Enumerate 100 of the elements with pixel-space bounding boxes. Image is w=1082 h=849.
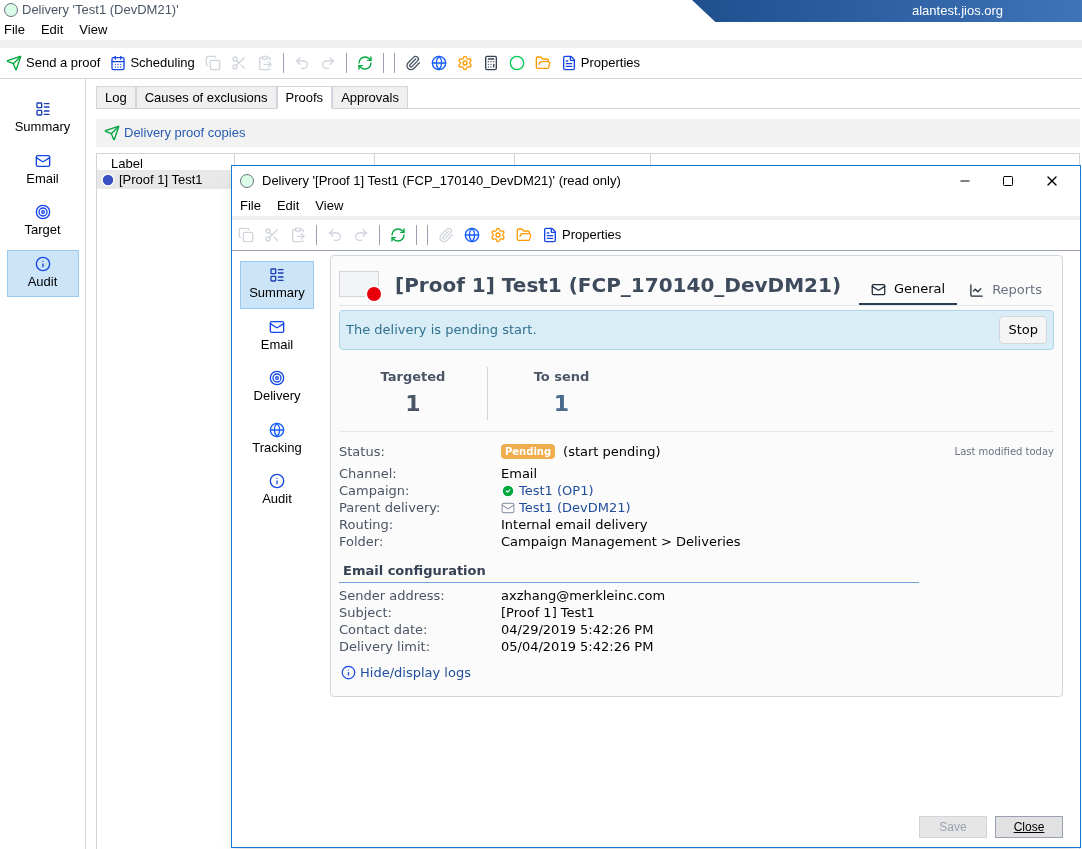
field-label: Subject: — [339, 603, 393, 622]
field-value: Email — [501, 465, 538, 484]
paste-icon — [256, 55, 273, 71]
calculator-icon — [482, 55, 499, 71]
section-link[interactable]: Delivery proof copies — [124, 123, 246, 143]
globe-icon — [269, 421, 285, 438]
field-value: (start pending) — [563, 443, 661, 461]
sidebar-item[interactable]: Target — [6, 198, 79, 246]
gear-icon — [490, 227, 506, 243]
calendar-icon — [110, 55, 127, 71]
stat-value: 1 — [553, 389, 570, 418]
field-label: Folder: — [339, 533, 385, 552]
cut-icon — [264, 227, 280, 243]
field-label: Routing: — [339, 516, 395, 535]
info-icon — [269, 473, 285, 489]
stat-label: To send — [533, 368, 590, 387]
folder-icon — [534, 55, 551, 71]
field-value: [Proof 1] Test1 — [501, 603, 595, 622]
app-logo-icon — [240, 174, 254, 188]
envelope-icon — [34, 152, 51, 169]
view-tab[interactable]: General — [858, 275, 958, 305]
field-label: Contact date: — [339, 620, 429, 639]
refresh-icon — [390, 227, 406, 243]
document-icon — [560, 55, 577, 71]
view-tab[interactable]: Reports — [957, 275, 1054, 305]
envelope-icon — [870, 281, 886, 297]
copy-icon — [238, 227, 254, 243]
field-label: Sender address: — [339, 586, 446, 605]
list-icon — [34, 101, 51, 117]
redo-icon — [353, 227, 369, 243]
toolbar-button[interactable]: Scheduling — [108, 53, 197, 73]
server-banner: alantest.jios.org — [692, 0, 1082, 22]
field-value: 05/04/2019 5:42:26 PM — [501, 637, 654, 656]
line-chart-icon — [969, 282, 985, 298]
toolbar-button[interactable]: Properties — [558, 53, 643, 73]
dialog-button[interactable]: Close — [995, 816, 1063, 838]
sidebar-item[interactable]: Tracking — [240, 415, 314, 463]
undo-icon — [293, 55, 310, 71]
toolbar-button[interactable]: Properties — [540, 225, 624, 245]
sidebar-item[interactable]: Delivery — [240, 364, 314, 412]
info-icon — [341, 665, 356, 681]
logs-link[interactable]: Hide/display logs — [360, 663, 471, 683]
circle-icon — [508, 55, 525, 71]
tab[interactable]: Causes of exclusions — [135, 86, 277, 109]
sidebar-item[interactable]: Summary — [6, 95, 79, 143]
sidebar-item[interactable]: Audit — [240, 467, 314, 515]
folder-icon — [516, 227, 532, 243]
paste-icon — [290, 227, 306, 243]
globe-icon — [464, 227, 480, 243]
undo-icon — [327, 227, 343, 243]
field-label: Status: — [339, 443, 386, 461]
envelope-icon — [269, 318, 285, 335]
field-label: Parent delivery: — [339, 499, 442, 518]
redo-icon — [319, 55, 336, 71]
sidebar-item[interactable]: Summary — [240, 261, 314, 309]
toolbar-icon-button[interactable] — [462, 227, 482, 243]
copy-icon — [204, 55, 221, 71]
field-label: Delivery limit: — [339, 637, 432, 656]
toolbar-button[interactable]: Send a proof — [4, 53, 103, 73]
paperclip-icon — [438, 227, 454, 243]
delivery-heading: [Proof 1] Test1 (FCP_170140_DevDM21) — [395, 271, 842, 299]
target-icon — [34, 204, 51, 220]
tab[interactable]: Approvals — [332, 86, 408, 109]
menu-item[interactable]: View — [79, 20, 108, 40]
field-label: Channel: — [339, 465, 398, 484]
globe-icon — [430, 55, 447, 71]
field-value: 04/29/2019 5:42:26 PM — [501, 620, 654, 639]
info-icon — [34, 255, 51, 272]
send-icon — [6, 55, 22, 71]
field-value: axzhang@merkleinc.com — [501, 586, 666, 605]
document-icon — [542, 227, 558, 243]
target-icon — [269, 370, 285, 386]
window-title: Delivery 'Test1 (DevDM21)' — [22, 1, 179, 20]
field-link[interactable]: Test1 (DevDM21) — [519, 498, 631, 518]
check-icon — [501, 484, 515, 498]
refresh-icon — [356, 55, 373, 71]
menu-item[interactable]: File — [4, 20, 25, 40]
sidebar-item[interactable]: Email — [6, 146, 79, 194]
tab[interactable]: Log — [96, 86, 136, 109]
tab[interactable]: Proofs — [276, 86, 333, 109]
field-link[interactable]: Test1 (OP1) — [519, 481, 594, 501]
send-icon — [104, 125, 120, 141]
menu-item[interactable]: File — [240, 196, 261, 216]
field-value: Campaign Management > Deliveries — [501, 533, 741, 552]
dialog-title: Delivery '[Proof 1] Test1 (FCP_170140_DevDM21)' (read only) — [262, 172, 621, 191]
sidebar-item[interactable]: Audit — [6, 249, 79, 297]
envelope-icon — [501, 501, 515, 515]
cut-icon — [230, 55, 247, 71]
stop-button[interactable]: Stop — [999, 316, 1047, 344]
field-label: Campaign: — [339, 482, 411, 501]
section-heading: Email configuration — [343, 562, 486, 578]
stat-label: Targeted — [380, 368, 446, 387]
sidebar-item[interactable]: Email — [240, 312, 314, 360]
status-alert: The delivery is pending start. Stop — [339, 310, 1054, 350]
maximize-icon[interactable] — [1002, 175, 1014, 187]
modified-note: Last modified today — [954, 445, 1054, 460]
menu-item[interactable]: View — [315, 196, 344, 216]
menu-item[interactable]: Edit — [40, 20, 64, 40]
paperclip-icon — [404, 55, 421, 71]
menu-item[interactable]: Edit — [276, 196, 300, 216]
